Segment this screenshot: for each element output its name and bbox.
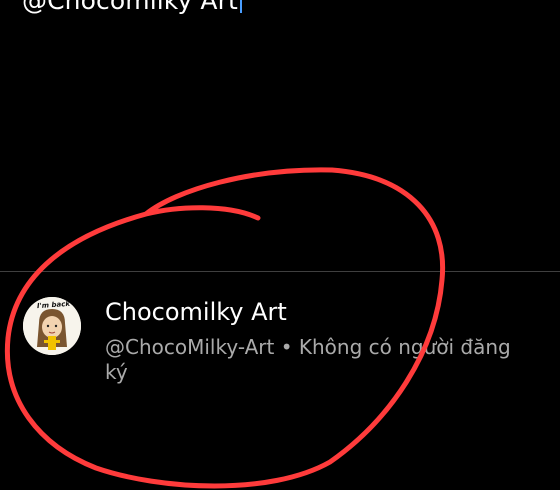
channel-handle: @ChocoMilky-Art bbox=[105, 335, 275, 359]
text-caret bbox=[239, 0, 242, 13]
meta-separator: • bbox=[274, 335, 299, 359]
avatar[interactable]: I'm back bbox=[23, 297, 81, 355]
channel-meta: @ChocoMilky-Art • Không có người đăng ký bbox=[105, 335, 535, 385]
search-query-text[interactable]: @Chocomilky Art bbox=[22, 0, 238, 16]
search-field[interactable]: @Chocomilky Art bbox=[22, 0, 242, 16]
red-circle-annotation bbox=[4, 167, 446, 489]
channel-result-item[interactable]: I'm back Chocomilky Art @ChocoMilky-Art … bbox=[0, 272, 560, 402]
channel-name[interactable]: Chocomilky Art bbox=[105, 297, 287, 327]
